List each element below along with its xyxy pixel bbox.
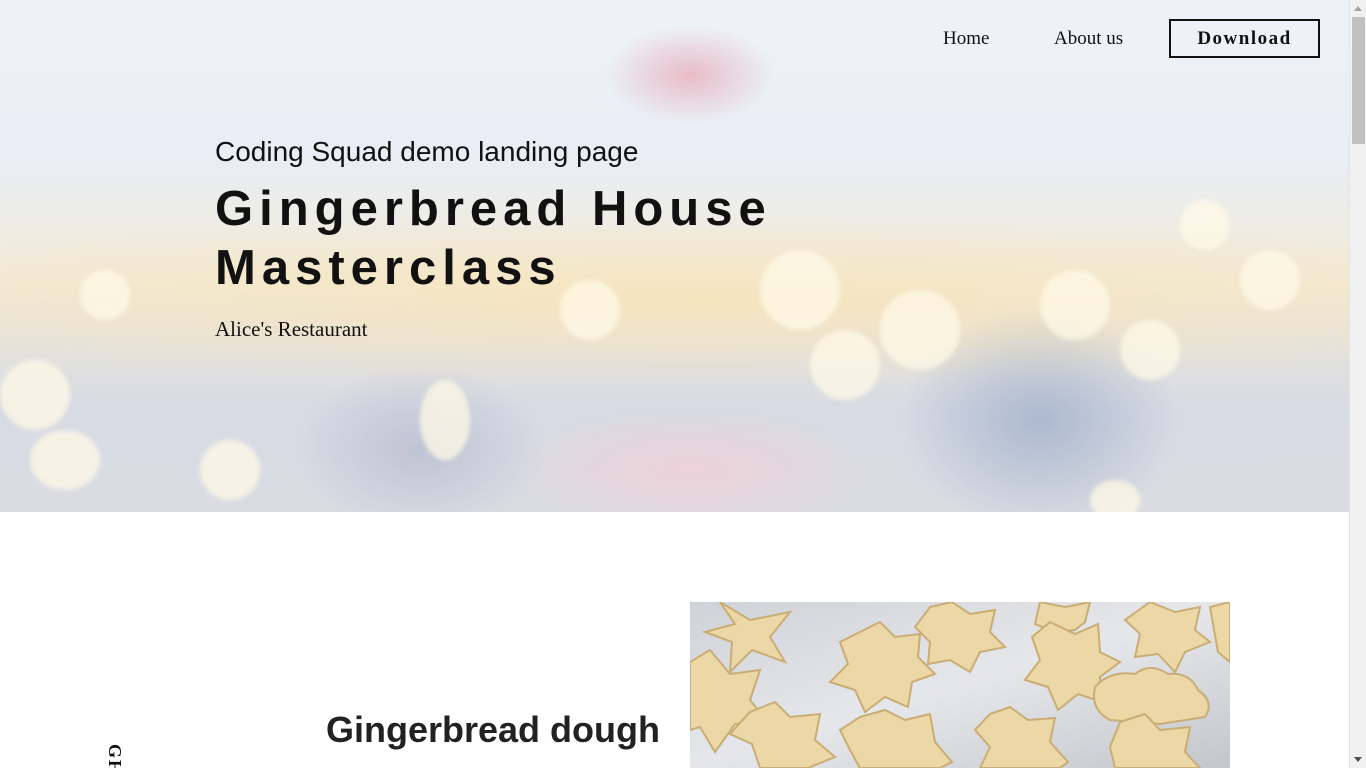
hero-kicker: Coding Squad demo landing page — [215, 136, 639, 167]
scrollbar-thumb[interactable] — [1352, 17, 1365, 144]
section-heading: Gingerbread dough — [326, 709, 661, 750]
nav-about-link[interactable]: About us — [1054, 28, 1123, 50]
gingerbread-cookies-image — [690, 602, 1230, 768]
vertical-section-label: GH — [105, 744, 125, 768]
page-title: Gingerbread House Masterclass — [215, 182, 772, 295]
scroll-down-arrow-icon[interactable] — [1354, 757, 1362, 762]
nav-home-link[interactable]: Home — [943, 28, 989, 50]
cookie-illustration — [690, 602, 1230, 768]
page-scrollbar[interactable] — [1349, 0, 1366, 768]
hero-subtitle: Alice's Restaurant — [215, 317, 368, 341]
download-button[interactable]: Download — [1169, 19, 1320, 58]
hero-banner: Home About us Download Coding Squad demo… — [0, 0, 1349, 512]
scroll-up-arrow-icon[interactable] — [1354, 6, 1362, 11]
